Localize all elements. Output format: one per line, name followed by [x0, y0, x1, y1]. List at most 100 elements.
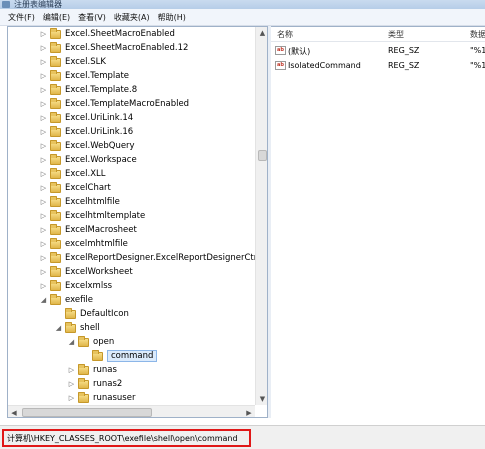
tree-node[interactable]: ▷ ExcelMacrosheet — [39, 223, 137, 237]
tree-node-label: Excelxmlss — [65, 281, 113, 291]
expand-arrow-icon[interactable]: ▷ — [39, 100, 48, 109]
tree-node[interactable]: ▷ ExcelReportDesigner.ExcelReportDesigne… — [39, 251, 268, 265]
tree-node-label: runas — [93, 365, 117, 375]
value-row[interactable]: ab (默认) REG_SZ "%1 — [271, 44, 485, 58]
column-header-data[interactable]: 数据 — [470, 29, 485, 40]
expand-arrow-icon[interactable]: ▷ — [67, 380, 76, 389]
tree-node[interactable]: ▷ Excel.Template.8 — [39, 83, 137, 97]
expand-arrow-icon[interactable]: ▷ — [39, 44, 48, 53]
tree-node[interactable]: ▷ runas — [67, 363, 117, 377]
folder-icon — [50, 69, 61, 81]
tree-node[interactable]: ▷ Excel.XLL — [39, 167, 106, 181]
expand-arrow-icon[interactable]: ▷ — [39, 142, 48, 151]
tree-node[interactable]: ▷ Excel.SheetMacroEnabled — [39, 27, 175, 41]
menu-file[interactable]: 文件(F) — [8, 12, 35, 23]
expand-arrow-icon[interactable]: ▷ — [67, 394, 76, 403]
tree-node[interactable]: ▷ Excel.Workspace — [39, 153, 137, 167]
expand-arrow-icon[interactable]: ▷ — [39, 72, 48, 81]
string-value-icon: ab — [275, 46, 286, 55]
folder-icon — [50, 125, 61, 137]
expand-arrow-icon[interactable]: ▷ — [39, 114, 48, 123]
tree-node-label: command — [107, 350, 158, 362]
scroll-down-arrow-icon[interactable]: ▼ — [256, 393, 267, 405]
expand-arrow-icon[interactable]: ▷ — [39, 198, 48, 207]
tree-node-label: shell — [80, 323, 100, 333]
expand-arrow-icon[interactable]: ▷ — [39, 240, 48, 249]
expander-placeholder — [81, 352, 90, 361]
tree-node[interactable]: ▷ Excelxmlss — [39, 279, 112, 293]
folder-icon — [50, 153, 61, 165]
menu-view[interactable]: 查看(V) — [78, 12, 106, 23]
folder-icon — [50, 27, 61, 39]
expand-arrow-icon[interactable]: ▷ — [39, 58, 48, 67]
collapse-arrow-icon[interactable]: ◢ — [67, 338, 76, 347]
tree-node-label: DefaultIcon — [80, 309, 129, 319]
value-type: REG_SZ — [388, 46, 420, 55]
expand-arrow-icon[interactable]: ▷ — [67, 366, 76, 375]
folder-icon — [50, 237, 61, 249]
tree-node[interactable]: DefaultIcon — [54, 307, 129, 321]
collapse-arrow-icon[interactable]: ◢ — [39, 296, 48, 305]
tree-node-command-selected[interactable]: command — [81, 349, 158, 363]
tree-node[interactable]: ▷ Excel.SLK — [39, 55, 106, 69]
column-header-type[interactable]: 类型 — [388, 29, 404, 40]
tree-node-exefile[interactable]: ◢ exefile — [39, 293, 93, 307]
expand-arrow-icon[interactable]: ▷ — [39, 282, 48, 291]
expand-arrow-icon[interactable]: ▷ — [39, 86, 48, 95]
collapse-arrow-icon[interactable]: ◢ — [54, 324, 63, 333]
folder-icon — [78, 391, 89, 403]
tree-node[interactable]: ▷ excelmhtmlfile — [39, 237, 128, 251]
value-type: REG_SZ — [388, 61, 420, 70]
scroll-up-arrow-icon[interactable]: ▲ — [256, 27, 267, 39]
expand-arrow-icon[interactable]: ▷ — [39, 30, 48, 39]
column-header-name[interactable]: 名称 — [277, 29, 293, 40]
expand-arrow-icon[interactable]: ▷ — [39, 212, 48, 221]
tree-node[interactable]: ▷ Excel.SheetMacroEnabled.12 — [39, 41, 188, 55]
menu-help[interactable]: 帮助(H) — [158, 12, 186, 23]
folder-icon — [50, 83, 61, 95]
scroll-left-arrow-icon[interactable]: ◀ — [8, 406, 20, 417]
expand-arrow-icon[interactable]: ▷ — [39, 170, 48, 179]
expand-arrow-icon[interactable]: ▷ — [39, 128, 48, 137]
scroll-right-arrow-icon[interactable]: ▶ — [243, 406, 255, 417]
folder-icon — [50, 279, 61, 291]
expand-arrow-icon[interactable]: ▷ — [39, 184, 48, 193]
tree-node[interactable]: ▷ ExcelWorksheet — [39, 265, 133, 279]
tree-node[interactable]: ▷ Excel.UriLink.14 — [39, 111, 133, 125]
folder-icon — [50, 293, 61, 305]
tree-node-label: runasuser — [93, 393, 136, 403]
menu-edit[interactable]: 编辑(E) — [43, 12, 70, 23]
registry-values-list: 名称 类型 数据 ab (默认) REG_SZ "%1 ab IsolatedC… — [271, 26, 485, 418]
tree-node[interactable]: ▷ Excel.Template — [39, 69, 129, 83]
folder-icon — [78, 335, 89, 347]
expand-arrow-icon[interactable]: ▷ — [39, 254, 48, 263]
tree-node[interactable]: ▷ ExcelChart — [39, 181, 111, 195]
expand-arrow-icon[interactable]: ▷ — [39, 156, 48, 165]
tree-node[interactable]: ▷ Excelhtmlfile — [39, 195, 120, 209]
folder-icon — [78, 363, 89, 375]
tree-node-label: Excel.XLL — [65, 169, 106, 179]
tree-node-shell[interactable]: ◢ shell — [54, 321, 100, 335]
tree-horizontal-scrollbar[interactable]: ◀ ▶ — [8, 405, 255, 417]
tree-node[interactable]: ▷ Excel.WebQuery — [39, 139, 135, 153]
folder-icon — [50, 181, 61, 193]
tree-node-label: ExcelMacrosheet — [65, 225, 137, 235]
expand-arrow-icon[interactable]: ▷ — [39, 226, 48, 235]
tree-node-open[interactable]: ◢ open — [67, 335, 114, 349]
vertical-scroll-thumb[interactable] — [258, 150, 267, 161]
tree-node[interactable]: ▷ runasuser — [67, 391, 135, 405]
tree-node[interactable]: ▷ Excelhtmltemplate — [39, 209, 145, 223]
menu-favorites[interactable]: 收藏夹(A) — [114, 12, 150, 23]
tree-node-label: excelmhtmlfile — [65, 239, 128, 249]
menu-bar: 文件(F) 编辑(E) 查看(V) 收藏夹(A) 帮助(H) — [0, 9, 485, 26]
tree-vertical-scrollbar[interactable]: ▲ ▼ — [255, 27, 267, 405]
tree-node[interactable]: ▷ Excel.TemplateMacroEnabled — [39, 97, 189, 111]
expand-arrow-icon[interactable]: ▷ — [39, 268, 48, 277]
tree-node[interactable]: ▷ Excel.UriLink.16 — [39, 125, 133, 139]
tree-node-label: ExcelReportDesigner.ExcelReportDesignerC… — [65, 253, 268, 263]
tree-node[interactable]: ▷ runas2 — [67, 377, 122, 391]
horizontal-scroll-thumb[interactable] — [22, 408, 152, 417]
folder-icon — [50, 265, 61, 277]
value-row[interactable]: ab IsolatedCommand REG_SZ "%1 — [271, 59, 485, 73]
tree-node-label: Excel.UriLink.14 — [65, 113, 134, 123]
